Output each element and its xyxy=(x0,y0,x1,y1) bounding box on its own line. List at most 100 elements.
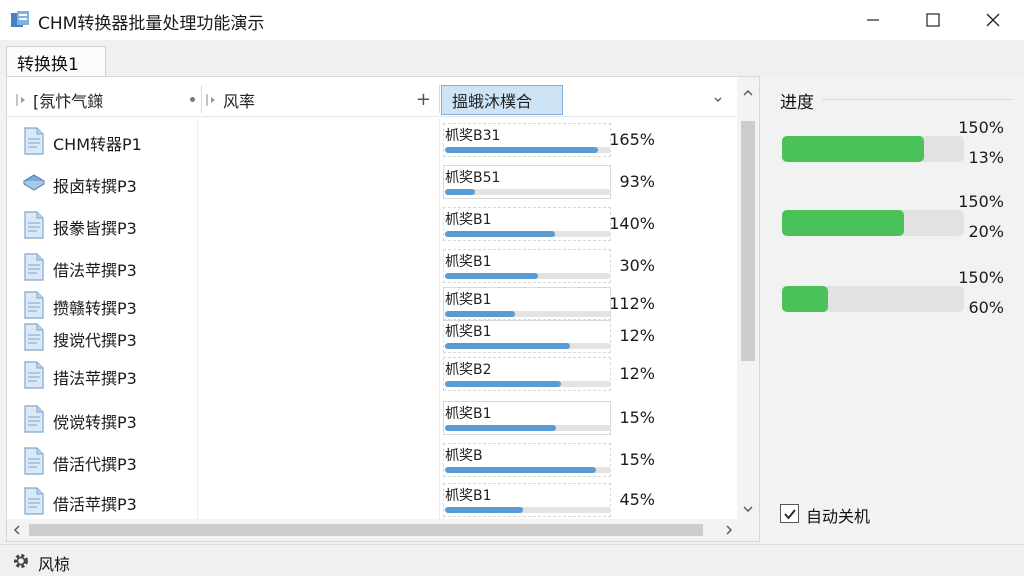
chevron-down-icon xyxy=(714,97,722,102)
row-progress-bar xyxy=(445,273,611,279)
file-name: 傥谠转撰P3 xyxy=(53,413,137,432)
document-icon xyxy=(24,361,44,389)
window-title: CHM转换器批量处理功能演示 xyxy=(38,14,265,34)
document-icon xyxy=(24,211,44,239)
column-header-task-label: 搵蛾沐樸合 xyxy=(452,92,533,111)
scroll-left-icon[interactable] xyxy=(13,525,21,535)
file-name: 搜谠代撰P3 xyxy=(53,331,137,350)
maximize-button[interactable] xyxy=(910,0,956,40)
task-label: 枛奖B51 xyxy=(445,170,501,186)
table-row[interactable]: 借活苹撰P3 枛奖B1 45% xyxy=(7,481,737,523)
task-label: 枛奖B1 xyxy=(445,406,492,422)
tab-strip: 转换换1 xyxy=(0,40,1024,78)
table-row[interactable]: 报豢皆撰P3 枛奖B1 140% xyxy=(7,205,737,247)
scroll-up-icon[interactable] xyxy=(742,89,754,97)
table-row[interactable]: CHM转器P1 枛奖B31 165% xyxy=(7,121,737,163)
table-row[interactable]: 报卤转撰P3 枛奖B51 93% xyxy=(7,163,737,205)
scroll-right-icon[interactable] xyxy=(725,525,733,535)
row-progress-fill xyxy=(445,381,561,387)
file-name: 攒赣转撰P3 xyxy=(53,299,137,318)
table-header: [氛忭气鏼 风率 + 搵蛾沐樸合 xyxy=(7,79,737,117)
table-row[interactable]: 傥谠转撰P3 枛奖B1 15% xyxy=(7,399,737,441)
task-label: 枛奖B2 xyxy=(445,362,492,378)
row-percent: 112% xyxy=(609,294,655,313)
side-progress-max: 150% xyxy=(958,192,1004,211)
maximize-icon xyxy=(926,13,940,27)
row-progress-bar xyxy=(445,425,611,431)
table-row[interactable]: 借活代撰P3 枛奖B 15% xyxy=(7,441,737,483)
title-bar: CHM转换器批量处理功能演示 xyxy=(0,0,1024,40)
column-header-file[interactable]: [氛忭气鏼 xyxy=(15,85,199,115)
auto-shutdown-checkbox[interactable] xyxy=(780,504,799,523)
column-header-task[interactable]: 搵蛾沐樸合 xyxy=(441,85,563,115)
side-progress-bar xyxy=(782,136,964,162)
column-menu-dot xyxy=(190,97,195,102)
header-divider xyxy=(201,85,202,113)
row-progress-fill xyxy=(445,343,570,349)
header-divider xyxy=(439,85,440,113)
document-icon xyxy=(24,127,44,155)
side-progress-value: 20% xyxy=(968,222,1004,241)
column-header-rate-label: 风率 xyxy=(223,92,256,111)
row-progress-bar xyxy=(445,189,611,195)
row-percent: 15% xyxy=(619,450,655,469)
row-percent: 12% xyxy=(619,364,655,383)
side-progress-fill xyxy=(782,136,924,162)
column-header-file-label: [氛忭气鏼 xyxy=(33,92,104,111)
vertical-scrollbar[interactable] xyxy=(737,77,759,519)
horizontal-scrollbar[interactable] xyxy=(7,519,759,541)
document-icon xyxy=(24,323,44,351)
side-progress-bar xyxy=(782,286,964,312)
minimize-button[interactable] xyxy=(850,0,896,40)
task-label: 枛奖B1 xyxy=(445,292,492,308)
sort-icon xyxy=(16,94,25,106)
sort-icon xyxy=(206,94,215,106)
file-name: 措法苹撰P3 xyxy=(53,369,137,388)
app-icon xyxy=(11,11,29,27)
file-name: 借活代撰P3 xyxy=(53,455,137,474)
checkmark-icon xyxy=(783,508,796,519)
vertical-scroll-thumb[interactable] xyxy=(741,121,755,361)
row-progress-bar xyxy=(445,507,611,513)
task-label: 枛奖B1 xyxy=(445,324,492,340)
file-name: 借法苹撰P3 xyxy=(53,261,137,280)
table-row[interactable]: 措法苹撰P3 枛奖B2 12% xyxy=(7,355,737,397)
file-name: 报豢皆撰P3 xyxy=(53,219,137,238)
scroll-down-icon[interactable] xyxy=(742,505,754,513)
row-percent: 45% xyxy=(619,490,655,509)
tab-convert[interactable]: 转换换1 xyxy=(6,46,106,78)
status-bar: 风椋 xyxy=(0,544,1024,576)
side-progress-value: 13% xyxy=(968,148,1004,167)
row-progress-fill xyxy=(445,507,523,513)
row-progress-fill xyxy=(445,425,556,431)
minimize-icon xyxy=(867,19,879,21)
file-name: 报卤转撰P3 xyxy=(53,177,137,196)
file-name: 借活苹撰P3 xyxy=(53,495,137,514)
row-percent: 30% xyxy=(619,256,655,275)
close-button[interactable] xyxy=(970,0,1016,40)
horizontal-scroll-thumb[interactable] xyxy=(29,524,703,536)
task-label: 枛奖B1 xyxy=(445,254,492,270)
task-list-panel: [氛忭气鏼 风率 + 搵蛾沐樸合 CHM转器P1 枛奖B31 165% 报卤转撰P3 枛… xyxy=(6,76,760,542)
row-percent: 12% xyxy=(619,326,655,345)
document-icon xyxy=(24,291,44,319)
row-progress-fill xyxy=(445,147,598,153)
document-icon xyxy=(24,253,44,281)
row-progress-bar xyxy=(445,381,611,387)
document-icon xyxy=(24,487,44,515)
task-label: 枛奖B31 xyxy=(445,128,501,144)
column-header-rate[interactable]: 风率 + xyxy=(205,85,433,115)
task-label: 枛奖B xyxy=(445,448,483,464)
table-row[interactable]: 借法苹撰P3 枛奖B1 30% xyxy=(7,247,737,289)
status-label: 风椋 xyxy=(38,555,71,574)
row-progress-bar xyxy=(445,231,611,237)
gear-icon[interactable] xyxy=(12,552,30,570)
book-icon xyxy=(23,174,45,191)
task-label: 枛奖B1 xyxy=(445,212,492,228)
row-percent: 15% xyxy=(619,408,655,427)
document-icon xyxy=(24,447,44,475)
row-percent: 140% xyxy=(609,214,655,233)
column-dropdown[interactable] xyxy=(713,85,733,115)
table-row[interactable]: 搜谠代撰P3 枛奖B1 12% xyxy=(7,317,737,359)
progress-panel-title: 进度 xyxy=(780,93,814,113)
